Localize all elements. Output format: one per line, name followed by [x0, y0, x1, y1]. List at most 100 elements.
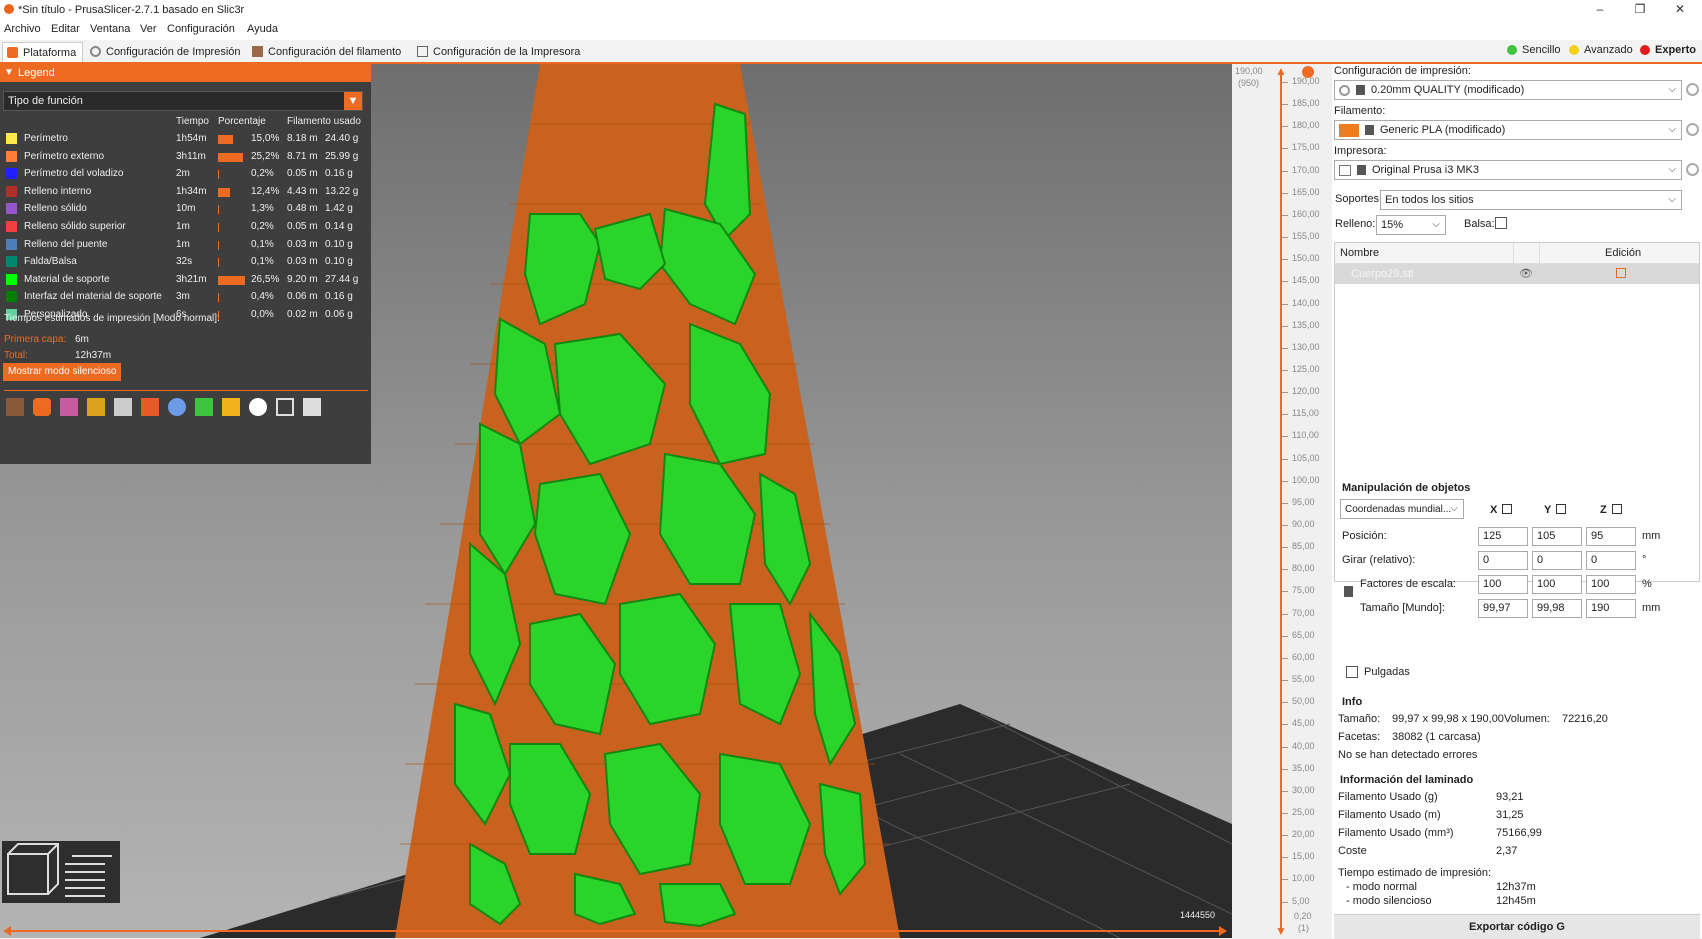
tool-change-icon[interactable] [141, 398, 159, 416]
position-y-input[interactable]: 105 [1532, 527, 1582, 546]
size-y-input[interactable]: 99,98 [1532, 599, 1582, 618]
tab-plataforma[interactable]: Plataforma [2, 42, 84, 62]
menu-ayuda[interactable]: Ayuda [247, 23, 278, 35]
size-x-input[interactable]: 99,97 [1478, 599, 1528, 618]
legend-feature-name: Material de soporte [24, 273, 110, 285]
silent-mode-button[interactable]: Mostrar modo silencioso [3, 363, 122, 381]
scale-x-input[interactable]: 100 [1478, 575, 1528, 594]
rotate-x-input[interactable]: 0 [1478, 551, 1528, 570]
legend-color-swatch [6, 256, 17, 268]
legend-weight: 13.22 g [325, 185, 359, 197]
legend-percent: 12,4% [251, 185, 280, 197]
menu-ver[interactable]: Ver [140, 23, 157, 35]
travel-icon[interactable] [6, 398, 24, 416]
time-title: Tiempo estimado de impresión: [1338, 867, 1492, 879]
eye-icon[interactable]: 👁 [1519, 267, 1533, 280]
menu-editar[interactable]: Editar [51, 23, 80, 35]
legend-row[interactable]: Perímetro 1h54m 15,0% 8.18 m 24.40 g [0, 130, 371, 146]
col-nombre: Nombre [1340, 247, 1380, 259]
list-item[interactable]: Cuerpo29.stl 👁 [1335, 264, 1699, 284]
shells-icon[interactable] [276, 398, 294, 416]
printer-edit-icon[interactable] [1686, 163, 1699, 176]
tab-print-settings[interactable]: Configuración de Impresión [86, 42, 247, 61]
brim-checkbox[interactable] [1495, 217, 1507, 229]
print-settings-edit-icon[interactable] [1686, 83, 1699, 96]
legend-header[interactable]: ▼ Legend [0, 64, 371, 82]
coordinates-select[interactable]: Coordenadas mundial... ⌵ [1340, 499, 1464, 519]
filament-edit-icon[interactable] [1686, 123, 1699, 136]
drop-to-bed-y-icon[interactable] [1556, 504, 1566, 514]
deretraction-icon[interactable] [87, 398, 105, 416]
legend-row[interactable]: Falda/Balsa 32s 0,1% 0.03 m 0.10 g [0, 253, 371, 269]
menu-configuracion[interactable]: Configuración [167, 23, 235, 35]
legend-row[interactable]: Perímetro externo 3h11m 25,2% 8.71 m 25.99 g [0, 148, 371, 164]
ruler-tick-mark [1282, 82, 1288, 83]
printer-icon [417, 46, 428, 57]
maximize-button[interactable]: ❐ [1625, 2, 1655, 18]
rotate-z-input[interactable]: 0 [1586, 551, 1636, 570]
ruler-tick-mark [1282, 680, 1288, 682]
slider-bottom-layer: (1) [1298, 923, 1309, 933]
center-of-gravity-icon[interactable] [249, 398, 267, 416]
mode-simple[interactable]: Sencillo [1507, 44, 1561, 56]
menu-archivo[interactable]: Archivo [4, 23, 41, 35]
filament-select[interactable]: Generic PLA (modificado) ⌵ [1334, 120, 1682, 140]
legend-row[interactable]: Perímetro del voladizo 2m 0,2% 0.05 m 0.16 g [0, 165, 371, 181]
legend-percent-bar [218, 223, 219, 232]
color-change-icon[interactable] [168, 398, 186, 416]
supports-select[interactable]: En todos los sitios ⌵ [1380, 190, 1682, 210]
tab-filament-settings[interactable]: Configuración del filamento [248, 42, 407, 61]
legend-weight: 24.40 g [325, 133, 359, 144]
ruler-tick-mark [1282, 657, 1288, 659]
platform-icon [7, 47, 18, 58]
export-gcode-button[interactable]: Exportar código G [1334, 914, 1700, 939]
position-x-input[interactable]: 125 [1478, 527, 1528, 546]
infill-select[interactable]: 15% ⌵ [1376, 215, 1446, 235]
edit-icon[interactable] [1616, 268, 1626, 278]
legend-percent-bar [218, 293, 219, 303]
slider-left-handle [3, 926, 11, 936]
scale-z-input[interactable]: 100 [1586, 575, 1636, 594]
legend-row[interactable]: Relleno del puente 1m 0,1% 0.03 m 0.10 g [0, 236, 371, 252]
legend-row[interactable]: Interfaz del material de soporte 3m 0,4% 0.… [0, 288, 371, 304]
col-edicion: Edición [1605, 247, 1642, 259]
position-z-input[interactable]: 95 [1586, 527, 1636, 546]
ruler-tick-label: 30,00 [1292, 784, 1315, 795]
mode-expert[interactable]: Experto [1640, 44, 1696, 56]
pause-icon[interactable] [195, 398, 213, 416]
tab-printer-settings[interactable]: Configuración de la Impresora [413, 42, 586, 61]
drop-to-bed-x-icon[interactable] [1502, 504, 1512, 514]
drop-to-bed-z-icon[interactable] [1612, 504, 1622, 514]
close-button[interactable]: ✕ [1665, 2, 1695, 18]
print-settings-select[interactable]: 0.20mm QUALITY (modificado) ⌵ [1334, 80, 1682, 100]
chevron-down-icon: ⌵ [1668, 84, 1676, 95]
tab-label: Configuración del filamento [268, 45, 402, 58]
seam-icon[interactable] [114, 398, 132, 416]
legend-row[interactable]: Relleno sólido superior 1m 0,2% 0.05 m 0.14 … [0, 218, 371, 234]
legend-row[interactable]: Relleno interno 1h34m 12,4% 4.43 m 13.22 g [0, 183, 371, 199]
size-z-input[interactable]: 190 [1586, 599, 1636, 618]
legend-row[interactable]: Relleno sólido 10m 1,3% 0.48 m 1.42 g [0, 200, 371, 216]
legend-divider [4, 390, 368, 391]
ruler-tick-label: 135,00 [1292, 319, 1320, 330]
inches-checkbox[interactable] [1346, 666, 1358, 678]
wipe-icon[interactable] [33, 398, 51, 416]
layer-slider[interactable]: 190,00 (950) ▲ ▼ 190,00 185,00 180,00 175,0… [1232, 64, 1332, 938]
minimize-button[interactable]: – [1585, 2, 1615, 18]
legend-row[interactable]: Material de soporte 3h21m 26,5% 9.20 m 27.44… [0, 271, 371, 287]
ruler-tick-mark [1282, 790, 1288, 792]
rotate-y-input[interactable]: 0 [1532, 551, 1582, 570]
custom-gcode-icon[interactable] [222, 398, 240, 416]
scale-lock-icon[interactable] [1344, 586, 1353, 597]
ruler-tick-label: 40,00 [1292, 740, 1315, 751]
menu-ventana[interactable]: Ventana [90, 23, 130, 35]
view-type-select[interactable]: Tipo de función ▼ [3, 91, 363, 111]
scale-y-input[interactable]: 100 [1532, 575, 1582, 594]
printer-select[interactable]: Original Prusa i3 MK3 ⌵ [1334, 160, 1682, 180]
retraction-icon[interactable] [60, 398, 78, 416]
legend-percent: 0,0% [251, 309, 274, 320]
filament-value: Generic PLA (modificado) [1380, 124, 1506, 136]
tool-marker-icon[interactable] [303, 398, 321, 416]
slice-info-value: 93,21 [1496, 791, 1524, 803]
mode-advanced[interactable]: Avanzado [1569, 44, 1633, 56]
